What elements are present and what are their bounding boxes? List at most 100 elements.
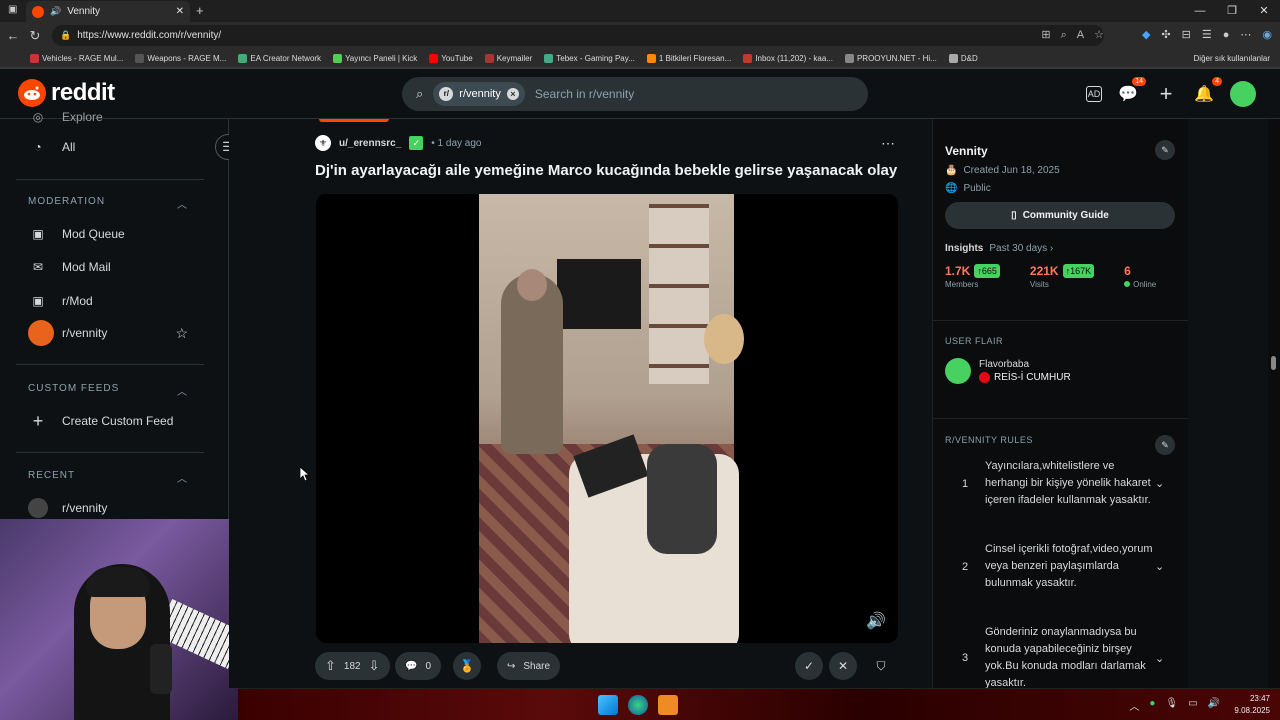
comments-button[interactable]: 💬 0: [395, 652, 442, 680]
clear-scope-icon[interactable]: ×: [506, 88, 519, 100]
create-custom-feed[interactable]: + Create Custom Feed: [28, 410, 174, 431]
award-button[interactable]: 🏅: [453, 652, 481, 680]
rule-item[interactable]: 2 Cinsel içerikli fotoğraf,video,yorum v…: [945, 541, 1175, 592]
bookmark-item[interactable]: Vehicles - RAGE Mul...: [30, 53, 123, 63]
post-title[interactable]: Dj'in ayarlayacağı aile yemeğine Marco k…: [315, 162, 897, 179]
scroll-thumb[interactable]: [1271, 356, 1276, 370]
refresh-icon[interactable]: ↻: [24, 28, 46, 44]
flair-preview[interactable]: Flavorbaba REİS-İ CUMHUR: [945, 358, 1175, 384]
recent-item-vennity[interactable]: r/vennity: [28, 498, 107, 518]
moderation-header[interactable]: MODERATION ︿: [28, 196, 188, 211]
bookmark-item[interactable]: Inbox (11,202) - kaa...: [743, 53, 833, 63]
plus-icon: +: [32, 410, 44, 431]
windows-start-icon[interactable]: [598, 695, 618, 715]
address-bar-row: ← ↻ 🔒 https://www.reddit.com/r/vennity/ …: [0, 22, 1280, 49]
chat-icon[interactable]: 💬 14: [1116, 77, 1146, 106]
rule-item[interactable]: 1 Yayıncılara,whitelistlere ve herhangi …: [945, 458, 1175, 509]
sidebar-item-mod-queue[interactable]: ▣ Mod Queue: [28, 224, 124, 244]
edge-icon[interactable]: [628, 695, 648, 715]
remove-button[interactable]: ✕: [829, 652, 857, 680]
volume-icon[interactable]: 🔊: [866, 611, 886, 631]
close-tab-icon[interactable]: ✕: [176, 6, 184, 17]
bookmark-item[interactable]: EA Creator Network: [238, 53, 321, 63]
sidebar-item-explore[interactable]: ◎ Explore: [28, 107, 103, 127]
more-options-icon[interactable]: ⋯: [881, 135, 895, 152]
tray-chevron-icon[interactable]: ︿: [1129, 698, 1139, 713]
new-tab-icon[interactable]: +: [196, 3, 204, 18]
ad-icon[interactable]: AD: [1086, 86, 1102, 102]
bookmark-item[interactable]: Tebex - Gaming Pay...: [544, 53, 635, 63]
custom-feeds-header[interactable]: CUSTOM FEEDS ︿: [28, 383, 188, 398]
chevron-down-icon[interactable]: ⌄: [1155, 560, 1164, 573]
mic-icon[interactable]: 🎙: [1165, 698, 1178, 713]
reddit-logo[interactable]: reddit: [18, 79, 115, 107]
user-icon[interactable]: ⚜: [315, 135, 331, 151]
volume-tray-icon[interactable]: 🔊: [1208, 698, 1220, 713]
bookmark-item[interactable]: 1 Bitkileri Floresan...: [646, 53, 731, 63]
sidebar-item-vennity[interactable]: r/vennity ☆: [28, 320, 188, 346]
minimize-icon[interactable]: —: [1184, 0, 1216, 22]
network-icon[interactable]: ▭: [1188, 698, 1197, 713]
user-avatar[interactable]: [1230, 81, 1256, 107]
split-icon[interactable]: ⊟: [1182, 25, 1191, 46]
favorites-icon[interactable]: ☰: [1202, 25, 1212, 46]
post-video[interactable]: 🔊: [316, 194, 898, 643]
star-icon[interactable]: ☆: [175, 325, 188, 342]
page-scrollbar[interactable]: [1268, 119, 1280, 688]
url-field[interactable]: 🔒 https://www.reddit.com/r/vennity/: [52, 25, 1104, 46]
approve-button[interactable]: ✓: [795, 652, 823, 680]
community-guide-button[interactable]: ▯ Community Guide: [945, 202, 1175, 229]
puzzle-icon[interactable]: ✣: [1161, 25, 1170, 46]
notification-icon[interactable]: 🔔 4: [1192, 77, 1222, 106]
bookmark-item[interactable]: D&D: [948, 53, 978, 63]
profile-icon[interactable]: ●: [1223, 25, 1230, 46]
read-aloud-icon[interactable]: A: [1077, 25, 1084, 46]
bookmark-item[interactable]: Keymailer: [484, 53, 532, 63]
bookmark-item[interactable]: Yayıncı Paneli | Kick: [333, 53, 417, 63]
status-icon[interactable]: ●: [1149, 698, 1155, 713]
rule-item[interactable]: 3 Gönderiniz onaylanmadıysa bu konuda ya…: [945, 624, 1175, 688]
video-frame: [479, 194, 744, 643]
sidebar-item-mod-mail[interactable]: ✉ Mod Mail: [28, 257, 111, 277]
favorite-star-icon[interactable]: ☆: [1094, 25, 1104, 46]
mod-shield-button[interactable]: ⛉: [867, 652, 895, 680]
more-icon[interactable]: ⋯: [1240, 25, 1251, 46]
close-window-icon[interactable]: ✕: [1248, 0, 1280, 22]
recent-header[interactable]: RECENT ︿: [28, 470, 188, 485]
sidebar-item-all[interactable]: ◔ All: [28, 137, 75, 157]
apps-icon[interactable]: ⊞: [1041, 25, 1050, 46]
other-favorites[interactable]: Diğer sık kullanılanlar: [1194, 49, 1270, 68]
clock[interactable]: 23:47 9.08.2025: [1234, 693, 1270, 717]
share-button[interactable]: ↪ Share: [497, 652, 561, 680]
sidebar-toggle-icon[interactable]: ▣: [8, 4, 17, 15]
streamer-hair: [86, 567, 150, 597]
extension-icon[interactable]: ◆: [1142, 25, 1150, 46]
search-bar[interactable]: ⌕ r/ r/vennity × Search in r/vennity: [402, 77, 868, 111]
search-input[interactable]: Search in r/vennity: [535, 87, 634, 101]
chevron-down-icon[interactable]: ⌄: [1155, 652, 1164, 665]
downvote-icon[interactable]: ⇩: [369, 658, 380, 674]
bookmark-item[interactable]: Weapons - RAGE M...: [135, 53, 226, 63]
sidebar-item-r-mod[interactable]: ▣ r/Mod: [28, 291, 92, 311]
community-icon: [28, 320, 54, 346]
sidebar-item-label: Create Custom Feed: [62, 414, 174, 428]
zoom-icon[interactable]: ⌕: [1061, 25, 1067, 46]
bookmark-item[interactable]: YouTube: [429, 53, 473, 63]
back-icon[interactable]: ←: [2, 28, 24, 43]
bookmark-item[interactable]: PROOYUN.NET - Hi...: [844, 53, 937, 63]
maximize-icon[interactable]: ❐: [1216, 0, 1248, 22]
post-author[interactable]: u/_erennsrc_: [339, 138, 401, 149]
speaker-icon[interactable]: 🔊: [50, 6, 61, 17]
edit-community-button[interactable]: ✎: [1155, 140, 1175, 160]
chevron-down-icon[interactable]: ⌄: [1155, 477, 1164, 490]
flair-avatar: [945, 358, 971, 384]
browser-tab[interactable]: 🔊 Vennity ✕: [26, 1, 190, 22]
insights-header[interactable]: Insights Past 30 days ›: [945, 243, 1175, 254]
edit-rules-button[interactable]: ✎: [1155, 435, 1175, 455]
search-scope-chip[interactable]: r/ r/vennity ×: [433, 82, 525, 106]
create-post-icon[interactable]: +: [1154, 81, 1178, 106]
upvote-icon[interactable]: ⇧: [325, 658, 336, 674]
reddit-favicon-icon: [32, 5, 44, 18]
copilot-icon[interactable]: ◉: [1262, 25, 1272, 46]
app-icon[interactable]: [658, 695, 678, 715]
